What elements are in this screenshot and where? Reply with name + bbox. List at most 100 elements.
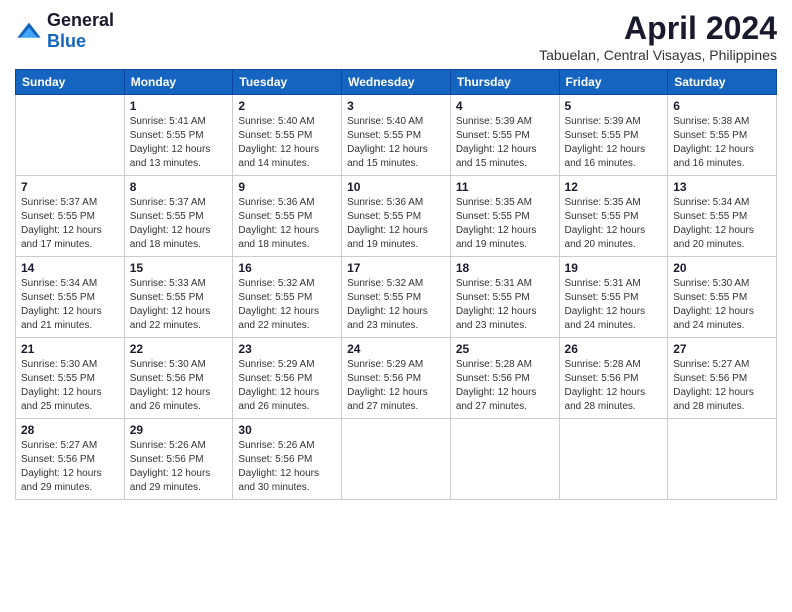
day-number: 24	[347, 342, 445, 356]
day-number: 23	[238, 342, 336, 356]
day-number: 25	[456, 342, 554, 356]
day-number: 5	[565, 99, 663, 113]
calendar-cell	[342, 419, 451, 500]
calendar-cell: 8 Sunrise: 5:37 AMSunset: 5:55 PMDaylight…	[124, 176, 233, 257]
header-day-tuesday: Tuesday	[233, 70, 342, 95]
day-number: 3	[347, 99, 445, 113]
day-number: 17	[347, 261, 445, 275]
day-info: Sunrise: 5:31 AMSunset: 5:55 PMDaylight:…	[456, 277, 554, 333]
calendar-cell: 27Sunrise: 5:27 AMSunset: 5:56 PMDayligh…	[668, 338, 777, 419]
calendar-table: SundayMondayTuesdayWednesdayThursdayFrid…	[15, 69, 777, 500]
day-info: Sunrise: 5:28 AMSunset: 5:56 PMDaylight:…	[565, 358, 663, 414]
header-day-saturday: Saturday	[668, 70, 777, 95]
header-day-wednesday: Wednesday	[342, 70, 451, 95]
day-info: Sunrise: 5:30 AMSunset: 5:56 PMDaylight:…	[130, 358, 228, 414]
title-area: April 2024 Tabuelan, Central Visayas, Ph…	[539, 10, 777, 63]
day-info: Sunrise: 5:33 AMSunset: 5:55 PMDaylight:…	[130, 277, 228, 333]
header-day-monday: Monday	[124, 70, 233, 95]
day-number: 29	[130, 423, 228, 437]
day-info: Sunrise: 5:26 AMSunset: 5:56 PMDaylight:…	[130, 439, 228, 495]
day-info: Sunrise: 5:37 AMSunset: 5:55 PMDaylight:…	[130, 196, 228, 252]
calendar-cell: 6 Sunrise: 5:38 AMSunset: 5:55 PMDaylight…	[668, 95, 777, 176]
header-day-friday: Friday	[559, 70, 668, 95]
header-row: SundayMondayTuesdayWednesdayThursdayFrid…	[16, 70, 777, 95]
day-info: Sunrise: 5:27 AMSunset: 5:56 PMDaylight:…	[21, 439, 119, 495]
calendar-cell: 18 Sunrise: 5:31 AMSunset: 5:55 PMDayligh…	[450, 257, 559, 338]
logo-blue: Blue	[47, 31, 86, 51]
calendar-cell: 24 Sunrise: 5:29 AMSunset: 5:56 PMDayligh…	[342, 338, 451, 419]
day-number: 6	[673, 99, 771, 113]
day-info: Sunrise: 5:36 AMSunset: 5:55 PMDaylight:…	[347, 196, 445, 252]
calendar-cell: 20 Sunrise: 5:30 AMSunset: 5:55 PMDayligh…	[668, 257, 777, 338]
day-number: 13	[673, 180, 771, 194]
calendar-cell: 9 Sunrise: 5:36 AMSunset: 5:55 PMDaylight…	[233, 176, 342, 257]
day-number: 18	[456, 261, 554, 275]
week-row-5: 28 Sunrise: 5:27 AMSunset: 5:56 PMDayligh…	[16, 419, 777, 500]
logo: General Blue	[15, 10, 114, 52]
calendar-cell: 13 Sunrise: 5:34 AMSunset: 5:55 PMDayligh…	[668, 176, 777, 257]
day-number: 11	[456, 180, 554, 194]
calendar-cell: 7 Sunrise: 5:37 AMSunset: 5:55 PMDaylight…	[16, 176, 125, 257]
day-number: 10	[347, 180, 445, 194]
calendar-cell: 11 Sunrise: 5:35 AMSunset: 5:55 PMDayligh…	[450, 176, 559, 257]
day-number: 21	[21, 342, 119, 356]
day-info: Sunrise: 5:41 AMSunset: 5:55 PMDaylight:…	[130, 115, 228, 171]
day-number: 27	[673, 342, 771, 356]
day-info: Sunrise: 5:29 AMSunset: 5:56 PMDaylight:…	[347, 358, 445, 414]
day-info: Sunrise: 5:36 AMSunset: 5:55 PMDaylight:…	[238, 196, 336, 252]
day-info: Sunrise: 5:29 AMSunset: 5:56 PMDaylight:…	[238, 358, 336, 414]
calendar-cell: 12 Sunrise: 5:35 AMSunset: 5:55 PMDayligh…	[559, 176, 668, 257]
day-info: Sunrise: 5:32 AMSunset: 5:55 PMDaylight:…	[347, 277, 445, 333]
calendar-cell: 4Sunrise: 5:39 AMSunset: 5:55 PMDaylight…	[450, 95, 559, 176]
calendar-cell: 10 Sunrise: 5:36 AMSunset: 5:55 PMDayligh…	[342, 176, 451, 257]
day-number: 22	[130, 342, 228, 356]
subtitle: Tabuelan, Central Visayas, Philippines	[539, 47, 777, 63]
day-number: 19	[565, 261, 663, 275]
day-info: Sunrise: 5:34 AMSunset: 5:55 PMDaylight:…	[673, 196, 771, 252]
calendar-cell	[16, 95, 125, 176]
calendar-cell: 14Sunrise: 5:34 AMSunset: 5:55 PMDayligh…	[16, 257, 125, 338]
day-number: 16	[238, 261, 336, 275]
calendar-cell: 26 Sunrise: 5:28 AMSunset: 5:56 PMDayligh…	[559, 338, 668, 419]
day-number: 9	[238, 180, 336, 194]
calendar-cell: 28 Sunrise: 5:27 AMSunset: 5:56 PMDayligh…	[16, 419, 125, 500]
day-info: Sunrise: 5:40 AMSunset: 5:55 PMDaylight:…	[347, 115, 445, 171]
day-info: Sunrise: 5:40 AMSunset: 5:55 PMDaylight:…	[238, 115, 336, 171]
day-number: 12	[565, 180, 663, 194]
calendar-cell: 2 Sunrise: 5:40 AMSunset: 5:55 PMDaylight…	[233, 95, 342, 176]
header-day-sunday: Sunday	[16, 70, 125, 95]
calendar-cell: 17 Sunrise: 5:32 AMSunset: 5:55 PMDayligh…	[342, 257, 451, 338]
calendar-cell: 3 Sunrise: 5:40 AMSunset: 5:55 PMDaylight…	[342, 95, 451, 176]
calendar-cell	[450, 419, 559, 500]
calendar-cell	[668, 419, 777, 500]
day-info: Sunrise: 5:26 AMSunset: 5:56 PMDaylight:…	[238, 439, 336, 495]
month-title: April 2024	[539, 10, 777, 47]
day-info: Sunrise: 5:31 AMSunset: 5:55 PMDaylight:…	[565, 277, 663, 333]
day-info: Sunrise: 5:28 AMSunset: 5:56 PMDaylight:…	[456, 358, 554, 414]
day-info: Sunrise: 5:37 AMSunset: 5:55 PMDaylight:…	[21, 196, 119, 252]
week-row-1: 1 Sunrise: 5:41 AMSunset: 5:55 PMDaylight…	[16, 95, 777, 176]
day-info: Sunrise: 5:38 AMSunset: 5:55 PMDaylight:…	[673, 115, 771, 171]
day-number: 26	[565, 342, 663, 356]
calendar-cell	[559, 419, 668, 500]
logo-general: General	[47, 10, 114, 30]
day-info: Sunrise: 5:35 AMSunset: 5:55 PMDaylight:…	[456, 196, 554, 252]
day-number: 1	[130, 99, 228, 113]
day-number: 8	[130, 180, 228, 194]
calendar-cell: 1 Sunrise: 5:41 AMSunset: 5:55 PMDaylight…	[124, 95, 233, 176]
calendar-cell: 15Sunrise: 5:33 AMSunset: 5:55 PMDayligh…	[124, 257, 233, 338]
day-info: Sunrise: 5:39 AMSunset: 5:55 PMDaylight:…	[565, 115, 663, 171]
day-number: 7	[21, 180, 119, 194]
day-info: Sunrise: 5:30 AMSunset: 5:55 PMDaylight:…	[673, 277, 771, 333]
day-number: 20	[673, 261, 771, 275]
calendar-cell: 16Sunrise: 5:32 AMSunset: 5:55 PMDayligh…	[233, 257, 342, 338]
day-number: 2	[238, 99, 336, 113]
day-number: 30	[238, 423, 336, 437]
week-row-2: 7 Sunrise: 5:37 AMSunset: 5:55 PMDaylight…	[16, 176, 777, 257]
week-row-4: 21 Sunrise: 5:30 AMSunset: 5:55 PMDayligh…	[16, 338, 777, 419]
day-number: 28	[21, 423, 119, 437]
day-info: Sunrise: 5:35 AMSunset: 5:55 PMDaylight:…	[565, 196, 663, 252]
day-info: Sunrise: 5:30 AMSunset: 5:55 PMDaylight:…	[21, 358, 119, 414]
calendar-cell: 29 Sunrise: 5:26 AMSunset: 5:56 PMDayligh…	[124, 419, 233, 500]
header: General Blue April 2024 Tabuelan, Centra…	[15, 10, 777, 63]
